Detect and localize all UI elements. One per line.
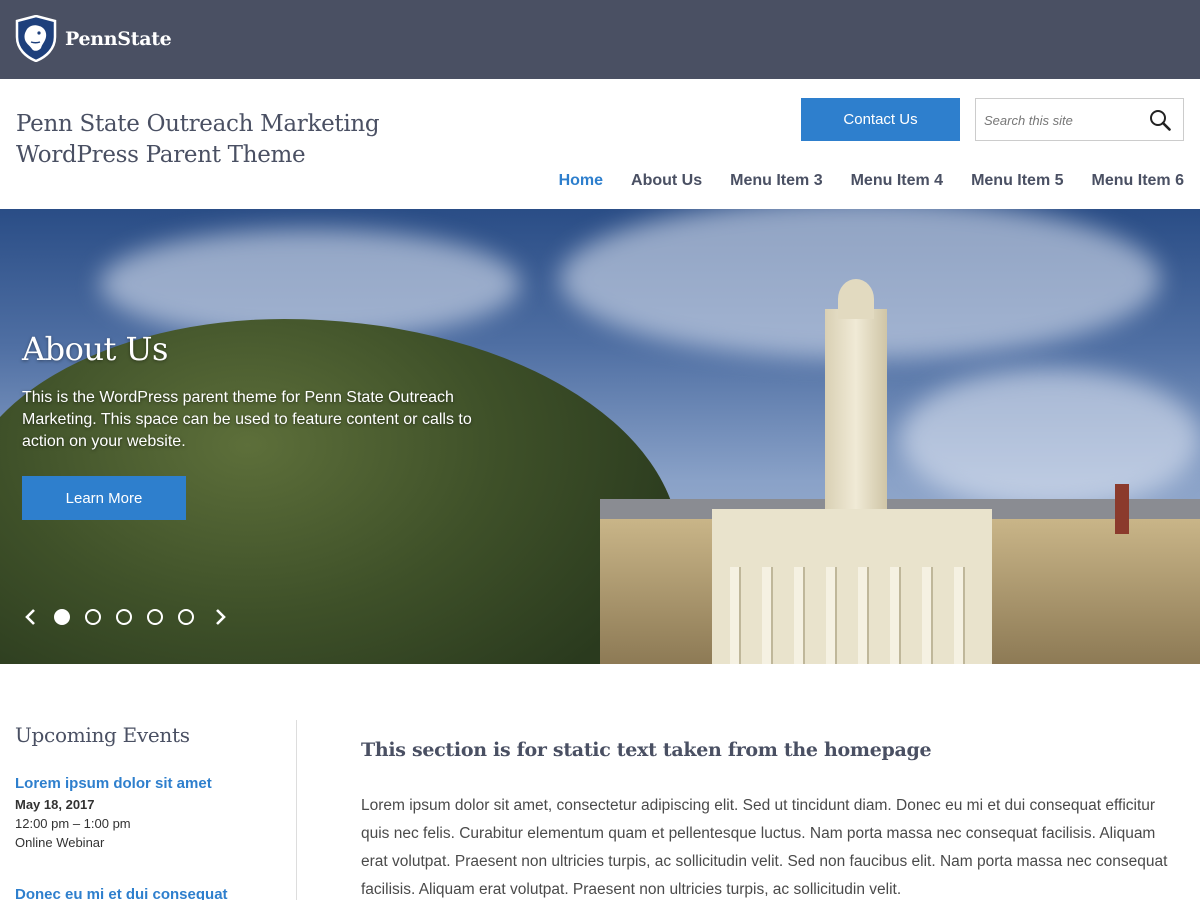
slide-dot-3[interactable] — [116, 609, 132, 625]
slide-dot-2[interactable] — [85, 609, 101, 625]
brand-bar: PennState — [0, 0, 1200, 79]
event-date: May 18, 2017 — [15, 797, 95, 812]
nav-item-home[interactable]: Home — [559, 172, 603, 190]
hero-building-portico — [712, 509, 992, 664]
hero-chimney — [1115, 484, 1129, 534]
hero-title: About Us — [22, 330, 168, 368]
events-sidebar: Upcoming Events Lorem ipsum dolor sit am… — [0, 664, 297, 900]
chevron-right-icon[interactable] — [213, 607, 229, 627]
brand-logo-link[interactable]: PennState — [15, 15, 172, 62]
search-icon[interactable] — [1149, 109, 1171, 131]
nav-item-about-us[interactable]: About Us — [631, 172, 702, 190]
main-nav: Home About Us Menu Item 3 Menu Item 4 Me… — [531, 172, 1184, 190]
hero-body: This is the WordPress parent theme for P… — [22, 389, 472, 450]
hero-column — [954, 567, 963, 664]
slide-dot-1[interactable] — [54, 609, 70, 625]
content-divider — [296, 720, 297, 900]
nav-item-menu-item-3[interactable]: Menu Item 3 — [730, 172, 822, 190]
event-title-link[interactable]: Lorem ipsum dolor sit amet — [15, 775, 212, 792]
event-location: Online Webinar — [15, 835, 105, 850]
event-item: Donec eu mi et dui consequat — [15, 886, 228, 900]
hero-caption: About Us This is the WordPress parent th… — [22, 330, 512, 453]
hero-column — [890, 567, 899, 664]
hero-cloud — [900, 369, 1200, 509]
contact-us-button[interactable]: Contact Us — [801, 98, 960, 141]
slide-dot-4[interactable] — [147, 609, 163, 625]
hero-column — [858, 567, 867, 664]
site-title[interactable]: Penn State Outreach Marketing WordPress … — [16, 109, 436, 171]
nittany-lion-shield-icon — [15, 15, 57, 62]
event-time: 12:00 pm – 1:00 pm — [15, 816, 131, 831]
main-section-body: Lorem ipsum dolor sit amet, consectetur … — [361, 797, 1168, 898]
events-title: Upcoming Events — [15, 723, 190, 747]
hero-column — [762, 567, 771, 664]
hero-slider: About Us This is the WordPress parent th… — [0, 209, 1200, 664]
learn-more-button[interactable]: Learn More — [22, 476, 186, 520]
hero-column — [826, 567, 835, 664]
search-input[interactable] — [984, 110, 1144, 130]
nav-item-menu-item-6[interactable]: Menu Item 6 — [1092, 172, 1184, 190]
nav-item-menu-item-5[interactable]: Menu Item 5 — [971, 172, 1063, 190]
search-box — [975, 98, 1184, 141]
hero-column — [922, 567, 931, 664]
event-title-link[interactable]: Donec eu mi et dui consequat — [15, 886, 228, 900]
chevron-left-icon[interactable] — [22, 607, 38, 627]
hero-column — [794, 567, 803, 664]
slide-dot-5[interactable] — [178, 609, 194, 625]
brand-name: PennState — [65, 27, 172, 50]
hero-column — [730, 567, 739, 664]
hero-tower-spire — [838, 279, 874, 319]
hero-clock-tower — [825, 309, 887, 509]
nav-item-menu-item-4[interactable]: Menu Item 4 — [851, 172, 943, 190]
site-header: Penn State Outreach Marketing WordPress … — [0, 79, 1200, 209]
main-section-title: This section is for static text taken fr… — [361, 739, 932, 761]
slider-navigation — [22, 607, 229, 627]
event-item: Lorem ipsum dolor sit amet May 18, 2017 … — [15, 775, 212, 850]
